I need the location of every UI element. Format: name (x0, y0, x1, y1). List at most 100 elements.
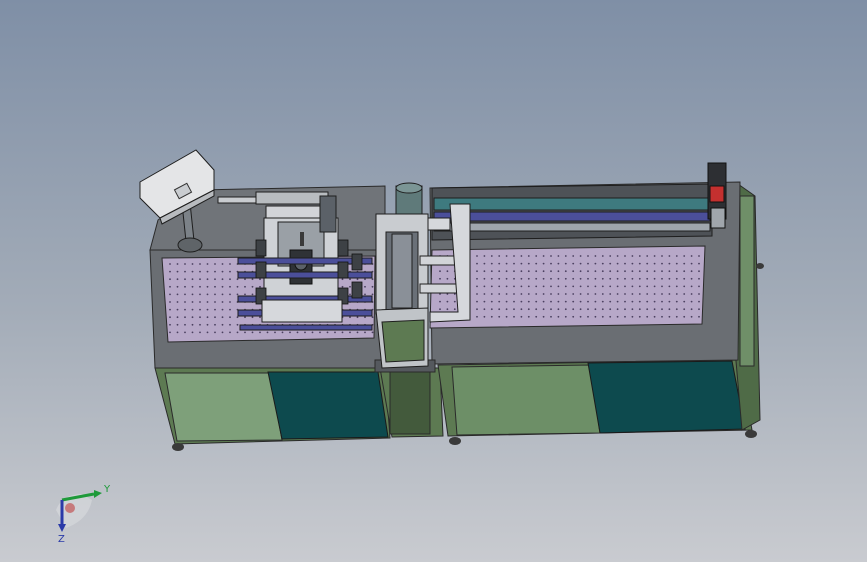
plate-hole (690, 285, 693, 288)
plate-hole (498, 293, 501, 295)
plate-hole (483, 285, 486, 288)
plate-hole (594, 293, 597, 295)
plate-hole (579, 308, 582, 311)
plate-hole (520, 270, 523, 273)
plate-hole (364, 285, 366, 288)
machine-model[interactable] (0, 0, 867, 562)
plate-hole (184, 263, 186, 265)
plate-hole (616, 315, 619, 318)
plate-hole (206, 293, 209, 296)
plate-hole (698, 277, 700, 280)
plate-hole (505, 308, 508, 311)
plate-hole (572, 255, 575, 257)
plate-hole (483, 300, 486, 303)
plate-hole (564, 315, 567, 318)
plate-hole (244, 316, 246, 319)
plate-hole (690, 262, 693, 265)
plate-hole (557, 285, 560, 288)
cad-viewport[interactable]: Y Z (0, 0, 867, 562)
plate-hole (251, 316, 254, 319)
plate-hole (616, 277, 619, 280)
plate-hole (616, 293, 619, 295)
plate-hole (356, 316, 359, 319)
plate-hole (505, 270, 508, 273)
plate-hole (572, 277, 575, 280)
plate-hole (616, 262, 619, 265)
plate-hole (244, 293, 246, 296)
plate-hole (214, 308, 216, 311)
plate-hole (698, 255, 700, 257)
plate-hole (214, 293, 216, 296)
plate-hole (191, 278, 194, 281)
plate-hole (229, 308, 231, 311)
plate-hole (439, 270, 441, 273)
plate-hole (520, 315, 523, 318)
plate-hole (221, 316, 224, 319)
plate-hole (184, 285, 186, 288)
plate-hole (557, 293, 560, 295)
plate-hole (661, 293, 663, 295)
plate-hole (542, 293, 545, 295)
plate-hole (281, 331, 284, 334)
plate-hole (675, 270, 678, 273)
plate-hole (587, 285, 589, 288)
plate-hole (661, 315, 663, 318)
plate-hole (646, 285, 649, 288)
plate-hole (266, 331, 269, 334)
plate-hole (564, 255, 567, 257)
plate-hole (594, 255, 597, 257)
plate-hole (587, 308, 589, 311)
plate-hole (683, 308, 686, 311)
plate-hole (542, 277, 545, 280)
plate-hole (579, 285, 582, 288)
plate-hole (356, 331, 359, 334)
plate-hole (564, 293, 567, 295)
plate-hole (184, 301, 186, 303)
plate-hole (646, 293, 649, 295)
plate-hole (206, 270, 209, 273)
plate-hole (191, 331, 194, 334)
plate-hole (690, 277, 693, 280)
plate-hole (176, 308, 179, 311)
plate-hole (564, 262, 567, 265)
plate-hole (236, 278, 239, 281)
plate-hole (698, 293, 700, 295)
plate-hole (668, 270, 671, 273)
plate-hole (661, 262, 663, 265)
plate-hole (498, 277, 501, 280)
plate-hole (527, 300, 530, 303)
plate-hole (668, 300, 671, 303)
plate-hole (683, 277, 686, 280)
plate-hole (176, 278, 179, 281)
plate-hole (221, 301, 224, 303)
plate-hole (557, 300, 560, 303)
plate-hole (527, 255, 530, 257)
plate-hole (334, 331, 336, 334)
plate-hole (609, 255, 612, 257)
plate-hole (690, 308, 693, 311)
plate-hole (199, 278, 201, 281)
plate-hole (653, 277, 656, 280)
plate-hole (490, 293, 493, 295)
plate-hole (601, 293, 604, 295)
plate-hole (601, 262, 604, 265)
plate-hole (446, 270, 449, 273)
plate-hole (483, 255, 486, 257)
plate-hole (594, 300, 597, 303)
plate-hole (199, 308, 201, 311)
plate-hole (476, 308, 478, 311)
plate-hole (653, 270, 656, 273)
plate-hole (229, 301, 231, 303)
plate-hole (505, 277, 508, 280)
plate-hole (638, 300, 641, 303)
plate-hole (206, 285, 209, 288)
plate-hole (587, 300, 589, 303)
plate-hole (698, 262, 700, 265)
plate-hole (631, 255, 634, 257)
plate-hole (638, 277, 641, 280)
plate-hole (349, 331, 351, 334)
plate-hole (609, 315, 612, 318)
plate-hole (483, 308, 486, 311)
plate-hole (550, 315, 552, 318)
plate-hole (349, 285, 351, 288)
